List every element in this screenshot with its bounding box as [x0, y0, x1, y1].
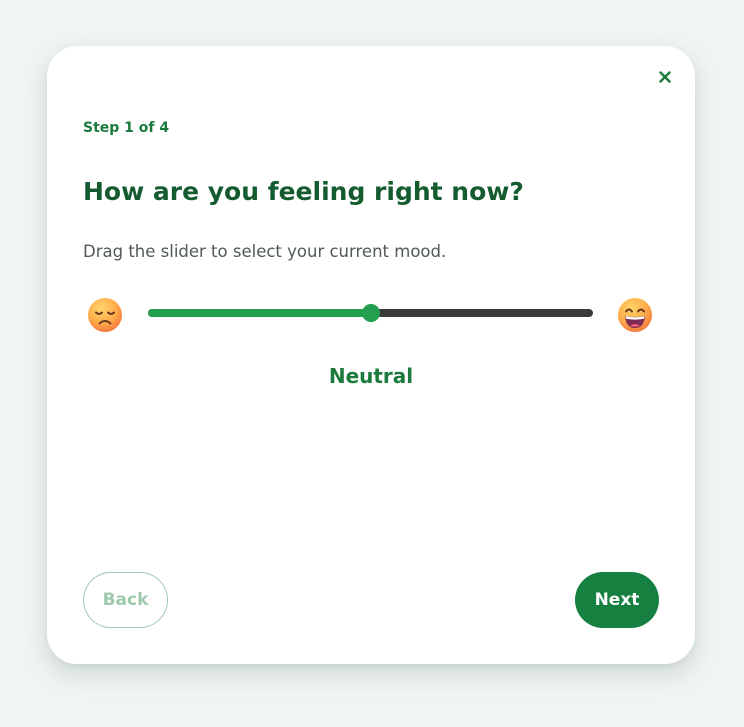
close-button[interactable]: [655, 67, 675, 87]
mood-dialog: Step 1 of 4 How are you feeling right no…: [47, 46, 695, 664]
page-title: How are you feeling right now?: [83, 177, 524, 206]
back-button[interactable]: Back: [83, 572, 168, 628]
mood-value-label: Neutral: [328, 364, 414, 388]
slider-fill: [148, 309, 371, 317]
mood-slider[interactable]: [148, 304, 593, 322]
step-indicator: Step 1 of 4: [83, 120, 170, 136]
instruction-text: Drag the slider to select your current m…: [83, 242, 447, 261]
next-button[interactable]: Next: [575, 572, 659, 628]
close-icon: [659, 71, 671, 83]
grinning-face-icon: [618, 298, 652, 332]
slider-thumb[interactable]: [361, 304, 380, 322]
sad-face-icon: [88, 298, 122, 332]
